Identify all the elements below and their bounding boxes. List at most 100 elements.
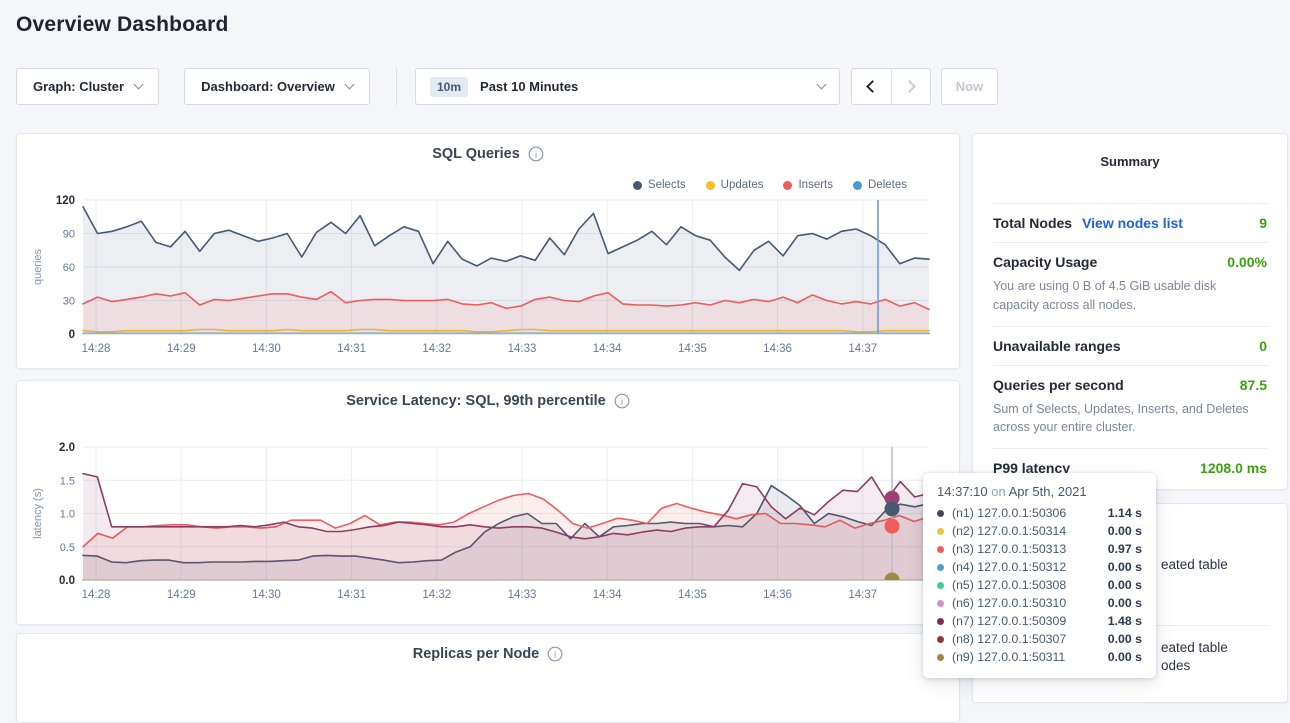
event-text-fragment: eated table	[1161, 557, 1228, 572]
time-range-badge: 10m	[430, 77, 468, 97]
node-address: (n1) 127.0.0.1:50306	[952, 506, 1066, 520]
node-latency-value: 0.00 s	[1108, 578, 1142, 592]
svg-text:14:30: 14:30	[252, 343, 281, 355]
svg-text:14:28: 14:28	[82, 589, 111, 601]
tooltip-node-row: (n6) 127.0.0.1:50310 0.00 s	[937, 594, 1142, 612]
controls-divider	[396, 68, 397, 105]
svg-text:0.5: 0.5	[60, 542, 75, 554]
svg-text:30: 30	[63, 296, 75, 308]
tooltip-node-row: (n7) 127.0.0.1:50309 1.48 s	[937, 612, 1142, 630]
node-latency-value: 0.00 s	[1108, 560, 1142, 574]
node-color-dot	[937, 564, 944, 571]
tooltip-timestamp: 14:37:10 on Apr 5th, 2021	[937, 484, 1142, 499]
svg-text:14:32: 14:32	[422, 589, 451, 601]
time-range-selector[interactable]: 10m Past 10 Minutes	[415, 68, 840, 105]
summary-value: 1208.0 ms	[1200, 460, 1267, 476]
svg-text:1.5: 1.5	[60, 475, 75, 487]
node-color-dot	[937, 510, 944, 517]
chevron-down-icon	[817, 80, 827, 90]
dashboard-dropdown-label: Dashboard: Overview	[201, 79, 335, 94]
svg-text:14:36: 14:36	[763, 589, 792, 601]
graph-dropdown[interactable]: Graph: Cluster	[16, 68, 159, 105]
svg-text:0: 0	[69, 329, 75, 341]
svg-text:i: i	[554, 649, 556, 660]
summary-label: Capacity Usage	[993, 254, 1097, 270]
tooltip-node-row: (n8) 127.0.0.1:503070.00 s	[937, 630, 1142, 648]
svg-text:14:37: 14:37	[848, 343, 877, 355]
node-color-dot	[937, 636, 944, 643]
node-color-dot	[937, 600, 944, 607]
tooltip-node-row: (n1) 127.0.0.1:503061.14 s	[937, 504, 1142, 522]
svg-text:60: 60	[63, 262, 75, 274]
page-title: Overview Dashboard	[16, 13, 229, 37]
time-range-label: Past 10 Minutes	[480, 79, 807, 94]
svg-text:14:31: 14:31	[337, 589, 366, 601]
view-nodes-list-link[interactable]: View nodes list	[1082, 215, 1183, 231]
node-latency-value: 1.48 s	[1108, 614, 1142, 628]
svg-text:2.0: 2.0	[59, 442, 75, 454]
summary-value: 87.5	[1240, 377, 1267, 393]
svg-text:14:32: 14:32	[422, 343, 451, 355]
svg-text:1.0: 1.0	[60, 509, 75, 521]
info-icon[interactable]: i	[547, 646, 563, 662]
svg-text:0.0: 0.0	[59, 575, 75, 587]
node-address: (n8) 127.0.0.1:50307	[952, 632, 1066, 646]
node-color-dot	[937, 528, 944, 535]
svg-text:14:37: 14:37	[848, 589, 877, 601]
sql-queries-card: SQL Queries i SelectsUpdatesInsertsDelet…	[16, 133, 960, 369]
service-latency-card: Service Latency: SQL, 99th percentile i …	[16, 380, 960, 625]
tooltip-node-row: (n5) 127.0.0.1:503080.00 s	[937, 576, 1142, 594]
chevron-right-icon	[903, 80, 916, 93]
summary-label: Unavailable ranges	[993, 338, 1121, 354]
chevron-down-icon	[134, 80, 144, 90]
now-button[interactable]: Now	[941, 68, 998, 105]
svg-text:14:34: 14:34	[593, 589, 622, 601]
svg-text:14:29: 14:29	[167, 343, 196, 355]
tooltip-node-row: (n3) 127.0.0.1:503130.97 s	[937, 540, 1142, 558]
replicas-per-node-card: Replicas per Node i	[16, 633, 960, 723]
summary-value: 9	[1259, 215, 1267, 231]
svg-text:14:29: 14:29	[167, 589, 196, 601]
svg-text:120: 120	[56, 195, 75, 207]
node-latency-value: 0.00 s	[1108, 650, 1142, 664]
node-address: (n4) 127.0.0.1:50312	[952, 560, 1066, 574]
sql-queries-chart[interactable]: 030609012014:2814:2914:3014:3114:3214:33…	[17, 134, 961, 370]
svg-text:14:28: 14:28	[82, 343, 111, 355]
node-address: (n7) 127.0.0.1:50309	[952, 614, 1066, 628]
node-address: (n6) 127.0.0.1:50310	[952, 596, 1066, 610]
summary-row-capacity-usage: Capacity Usage 0.00% You are using 0 B o…	[993, 242, 1267, 326]
node-color-dot	[937, 546, 944, 553]
tooltip-node-row: (n4) 127.0.0.1:50312 0.00 s	[937, 558, 1142, 576]
summary-row-total-nodes: Total Nodes View nodes list 9	[993, 203, 1267, 242]
summary-panel: Summary Total Nodes View nodes list 9 Ca…	[972, 133, 1288, 490]
prev-time-button[interactable]	[852, 69, 891, 104]
service-latency-chart[interactable]: 0.00.51.01.52.014:2814:2914:3014:3114:32…	[17, 381, 961, 626]
summary-title: Summary	[993, 154, 1267, 169]
chevron-left-icon	[867, 80, 880, 93]
svg-text:14:33: 14:33	[508, 589, 537, 601]
svg-text:14:31: 14:31	[337, 343, 366, 355]
chart-title: Replicas per Node	[413, 646, 540, 662]
node-address: (n2) 127.0.0.1:50314	[952, 524, 1066, 538]
node-latency-value: 0.97 s	[1108, 542, 1142, 556]
event-text-fragment: odes	[1161, 658, 1190, 673]
next-time-button[interactable]	[891, 69, 930, 104]
node-color-dot	[937, 618, 944, 625]
graph-dropdown-label: Graph: Cluster	[33, 79, 124, 94]
chevron-down-icon	[344, 80, 354, 90]
svg-text:latency (s): latency (s)	[32, 488, 44, 539]
svg-text:14:36: 14:36	[763, 343, 792, 355]
dashboard-dropdown[interactable]: Dashboard: Overview	[184, 68, 370, 105]
summary-row-unavailable-ranges: Unavailable ranges 0	[993, 326, 1267, 365]
svg-text:queries: queries	[32, 248, 44, 285]
time-nav-group	[851, 68, 931, 105]
summary-label: Total Nodes	[993, 215, 1072, 231]
node-color-dot	[937, 654, 944, 661]
summary-row-queries-per-second: Queries per second 87.5 Sum of Selects, …	[993, 365, 1267, 449]
summary-label: Queries per second	[993, 377, 1124, 393]
node-latency-value: 0.00 s	[1108, 596, 1142, 610]
node-latency-value: 0.00 s	[1108, 524, 1142, 538]
summary-value: 0.00%	[1227, 254, 1267, 270]
now-button-label: Now	[956, 79, 983, 94]
svg-text:90: 90	[63, 229, 75, 241]
